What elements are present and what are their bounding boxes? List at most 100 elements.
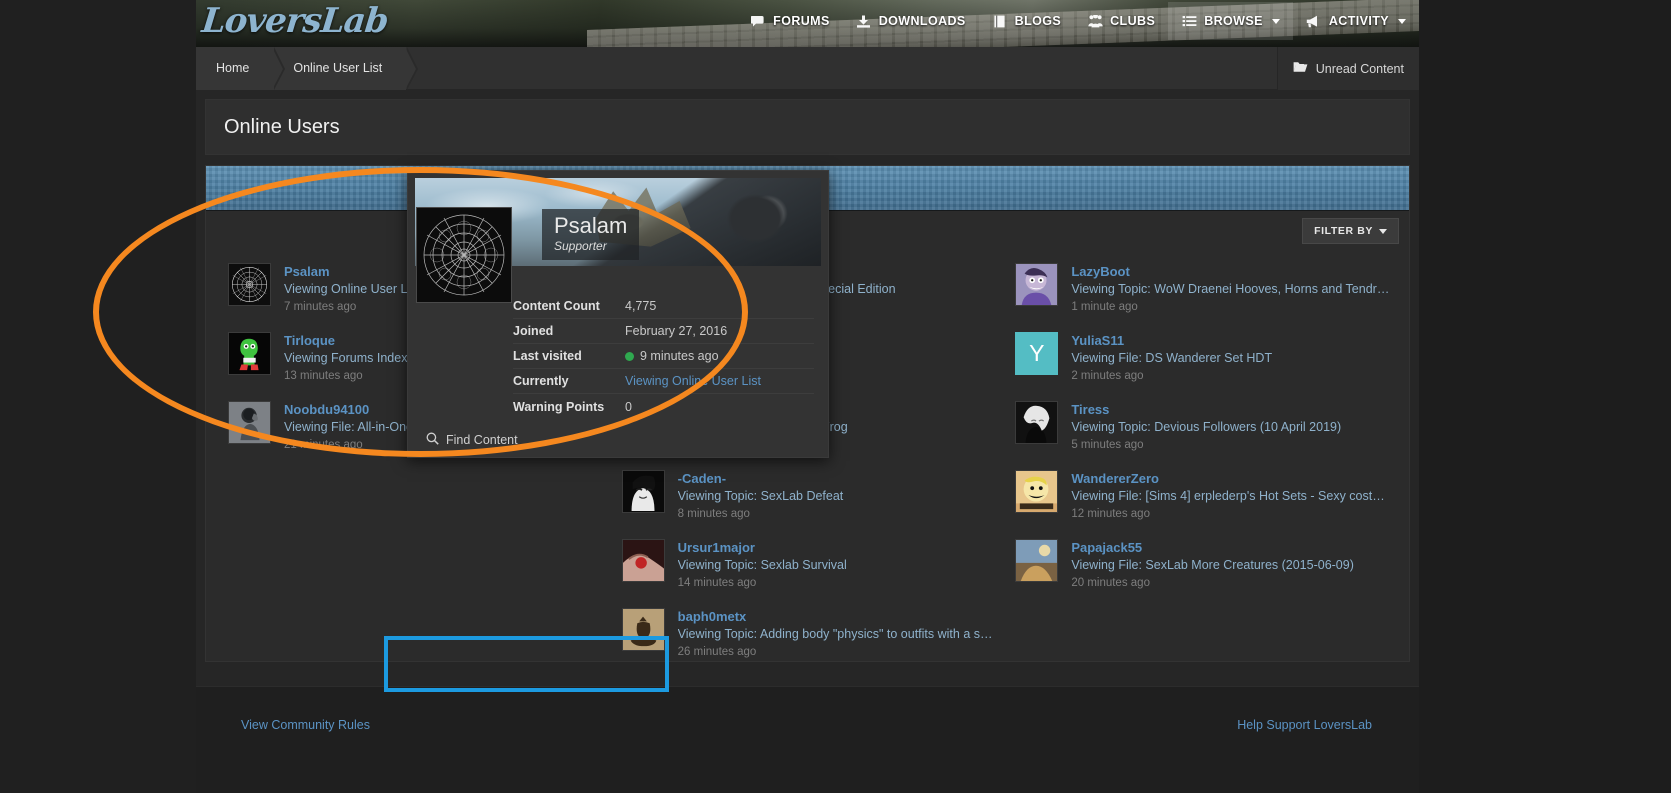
site-logo[interactable]: LoversLab	[200, 1, 390, 41]
online-user-row[interactable]: -Caden- Viewing Topic: SexLab Defeat 8 min…	[621, 462, 998, 531]
chevron-down-icon	[1398, 18, 1406, 24]
chevron-down-icon	[1271, 18, 1280, 24]
profile-stat-row: Warning Points 0	[513, 394, 814, 419]
letter-avatar[interactable]: Y	[1015, 332, 1059, 375]
online-user-row[interactable]: LazyBoot Viewing Topic: WoW Draenei Hoove…	[1015, 255, 1391, 324]
profile-stat-key: Currently	[513, 374, 569, 388]
browser-page: LoversLab FORUMS DOWNLOADS BLOGS CLUBS BROWS…	[0, 0, 1671, 793]
online-user-name[interactable]: LazyBoot	[1071, 264, 1391, 279]
online-status-dot	[625, 352, 634, 361]
online-user-name[interactable]: Papajack55	[1071, 540, 1391, 555]
breadcrumb-item-0[interactable]: Home	[196, 46, 286, 90]
online-user-time: 2 minutes ago	[1071, 370, 1144, 382]
avatar-letter: Y	[1029, 340, 1045, 366]
online-user-name[interactable]: Ursur1major	[678, 540, 998, 555]
online-user-info: YuliaS11 Viewing File: DS Wanderer Set HD…	[1071, 332, 1391, 384]
avatar[interactable]	[1015, 401, 1059, 444]
online-user-time: 14 minutes ago	[677, 577, 757, 589]
folder-icon	[1293, 61, 1308, 76]
online-user-row[interactable]: Y YuliaS11 Viewing File: DS Wanderer Set H…	[1015, 324, 1391, 393]
find-content-button[interactable]: Find Content	[408, 423, 828, 457]
avatar[interactable]	[621, 608, 665, 651]
profile-stat-text: 9 minutes ago	[640, 349, 719, 363]
breadcrumb-label: Online User List	[293, 61, 383, 75]
online-user-name[interactable]: baph0metx	[678, 609, 998, 624]
online-user-time: 1 minute ago	[1071, 301, 1138, 313]
filter-by-label: FILTER BY	[1314, 225, 1373, 237]
nav-item-activity[interactable]: ACTIVITY	[1293, 2, 1419, 40]
profile-stat-value[interactable]: Viewing Online User List	[625, 374, 761, 388]
find-content-label: Find Content	[446, 433, 518, 447]
online-user-activity[interactable]: Viewing Topic: Devious Followers (10 Apr…	[1071, 419, 1389, 436]
mandala-avatar[interactable]	[416, 207, 512, 303]
page-title: Online Users	[224, 115, 340, 138]
chat-icon	[750, 14, 766, 28]
online-user-row[interactable]: Tiress Viewing Topic: Devious Followers (…	[1015, 393, 1391, 462]
avatar[interactable]	[1015, 263, 1059, 306]
filter-by-button[interactable]: FILTER BY	[1302, 218, 1399, 244]
profile-stat-key: Warning Points	[513, 399, 605, 414]
profile-stat-value: 0	[625, 399, 632, 414]
nav-item-label: BROWSE	[1204, 14, 1263, 28]
nav-item-downloads[interactable]: DOWNLOADS	[843, 2, 979, 40]
profile-stat-key: Joined	[513, 324, 554, 338]
online-user-activity[interactable]: Viewing File: [Sims 4] erplederp's Hot S…	[1071, 488, 1389, 505]
community-rules-link[interactable]: View Community Rules	[241, 718, 370, 732]
breadcrumb: Home Online User List	[196, 46, 419, 90]
search-icon	[426, 432, 439, 448]
avatar[interactable]	[1015, 539, 1059, 582]
online-user-name[interactable]: YuliaS11	[1071, 333, 1391, 348]
online-user-time: 8 minutes ago	[677, 508, 750, 520]
chevron-down-icon	[1379, 225, 1387, 237]
avatar[interactable]	[228, 263, 271, 306]
nav-item-forums[interactable]: FORUMS	[737, 2, 843, 40]
avatar[interactable]	[621, 470, 665, 513]
nav-item-label: BLOGS	[1014, 14, 1062, 28]
online-user-name[interactable]: WandererZero	[1071, 471, 1391, 486]
nav-item-label: ACTIVITY	[1328, 14, 1389, 28]
online-user-activity[interactable]: Viewing Topic: SexLab Defeat	[678, 488, 996, 505]
online-user-activity[interactable]: Viewing File: DS Wanderer Set HDT	[1071, 350, 1389, 367]
avatar[interactable]	[621, 539, 665, 582]
online-user-row[interactable]: Papajack55 Viewing File: SexLab More Crea…	[1015, 531, 1391, 600]
page-gutter-left	[0, 0, 196, 793]
avatar[interactable]	[228, 401, 271, 444]
online-user-time: 5 minutes ago	[1071, 439, 1144, 451]
list-icon	[1181, 14, 1197, 28]
breadcrumb-bar: Home Online User List Unread Content	[196, 46, 1419, 90]
nav-item-blogs[interactable]: BLOGS	[979, 2, 1074, 40]
online-user-name[interactable]: -Caden-	[678, 471, 998, 486]
online-user-row[interactable]: WandererZero Viewing File: [Sims 4] erple…	[1015, 462, 1391, 531]
online-user-name[interactable]: Tiress	[1071, 402, 1391, 417]
online-user-row[interactable]: baph0metx Viewing Topic: Adding body "phy…	[621, 600, 998, 669]
online-user-time: 12 minutes ago	[1071, 508, 1150, 520]
online-user-activity[interactable]: Viewing Topic: Adding body "physics" to …	[678, 626, 996, 643]
online-user-info: Tiress Viewing Topic: Devious Followers (…	[1071, 401, 1391, 453]
online-user-activity[interactable]: Viewing File: SexLab More Creatures (201…	[1071, 557, 1389, 574]
profile-stat-row: Last visited 9 minutes ago	[513, 344, 814, 369]
online-user-activity[interactable]: Viewing Topic: WoW Draenei Hooves, Horns…	[1071, 281, 1389, 298]
profile-stat-row: Currently Viewing Online User List	[513, 369, 814, 394]
breadcrumb-item-1[interactable]: Online User List	[273, 46, 419, 90]
online-user-row[interactable]: Ursur1major Viewing Topic: Sexlab Surviva…	[621, 531, 998, 600]
avatar[interactable]	[1015, 470, 1059, 513]
nav-item-browse[interactable]: BROWSE	[1168, 2, 1293, 40]
support-link[interactable]: Help Support LoversLab	[1237, 718, 1372, 732]
profile-username[interactable]: Psalam	[554, 213, 627, 239]
avatar[interactable]	[228, 332, 271, 375]
site-header: LoversLab FORUMS DOWNLOADS BLOGS CLUBS BROWS…	[196, 0, 1419, 47]
unread-content-button[interactable]: Unread Content	[1276, 47, 1419, 90]
online-user-info: baph0metx Viewing Topic: Adding body "phy…	[678, 608, 998, 660]
nav-item-clubs[interactable]: CLUBS	[1074, 2, 1168, 40]
breadcrumb-label: Home	[216, 61, 250, 75]
online-user-activity[interactable]: Viewing Topic: Sexlab Survival	[678, 557, 996, 574]
unread-content-label: Unread Content	[1315, 61, 1404, 76]
site-wrapper: LoversLab FORUMS DOWNLOADS BLOGS CLUBS BROWS…	[196, 0, 1419, 793]
megaphone-icon	[1306, 14, 1322, 28]
main-navigation: FORUMS DOWNLOADS BLOGS CLUBS BROWSE ACTIVITY	[737, 2, 1419, 40]
profile-stat-key: Last visited	[513, 349, 582, 363]
profile-name-block: Psalam Supporter	[542, 209, 640, 260]
nav-item-label: DOWNLOADS	[878, 14, 966, 28]
profile-stat-row: Joined February 27, 2016	[513, 319, 814, 344]
user-hover-card: Psalam Supporter Content Count 4,775 Joi…	[407, 170, 829, 458]
